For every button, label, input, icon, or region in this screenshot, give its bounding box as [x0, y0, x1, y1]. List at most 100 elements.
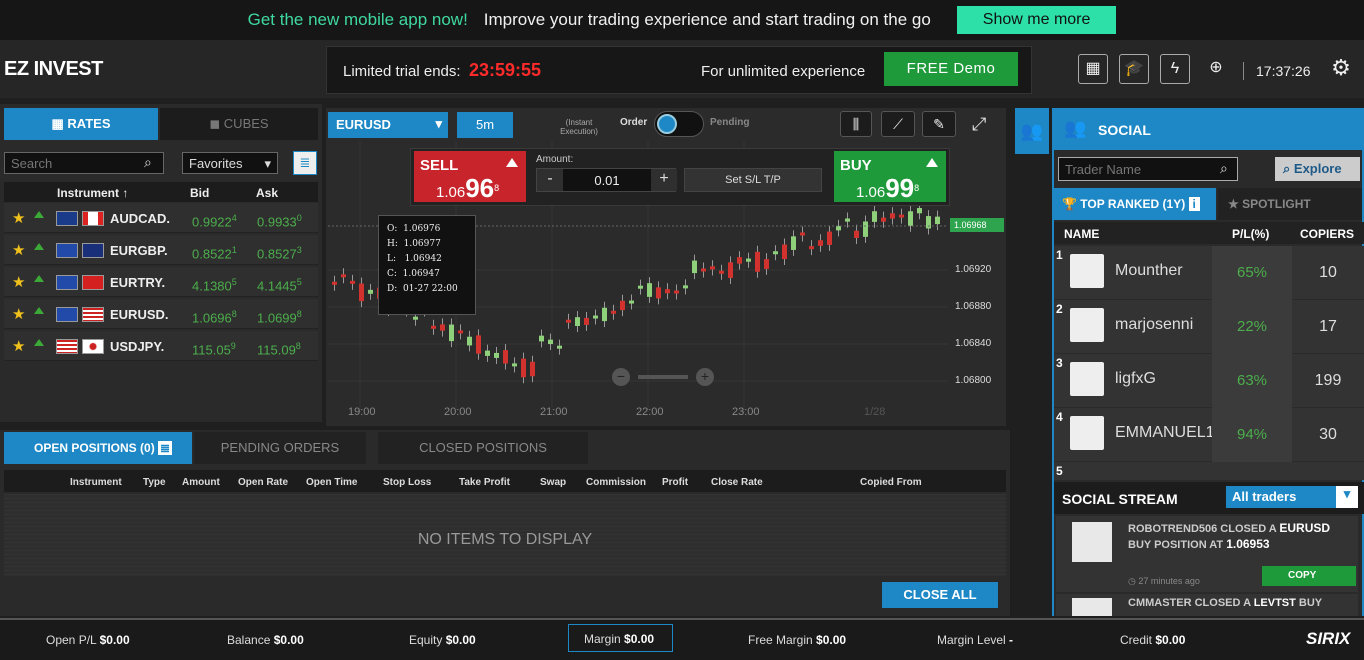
current-price-tag: 1.06968 [950, 218, 1004, 232]
avatar [1070, 308, 1104, 342]
col-ask[interactable]: Ask [256, 186, 278, 200]
buy-button[interactable]: BUY 1.06998 [834, 151, 946, 203]
trader-row[interactable]: 3 ligfxG 63% 199 [1054, 354, 1364, 408]
trader-row[interactable]: 5 [1054, 462, 1364, 480]
trader-row[interactable]: 2 marjosenni 22% 17 [1054, 300, 1364, 354]
rate-row-usdjpy[interactable]: ★ USDJPY. 115.059 115.098 [4, 331, 318, 361]
unlimited-text: For unlimited experience [701, 63, 866, 80]
lightning-icon[interactable]: ϟ [1160, 54, 1190, 84]
rate-row-eurgbp[interactable]: ★ EURGBP. 0.85221 0.85273 [4, 235, 318, 265]
flag-au-icon [56, 211, 78, 226]
tab-cubes[interactable]: ◼ CUBES [160, 108, 318, 140]
col-amount: Amount [182, 477, 220, 488]
trader-copiers: 30 [1319, 426, 1337, 443]
favorites-dropdown[interactable]: Favorites ▾ [182, 152, 278, 174]
buy-label: BUY [840, 157, 872, 174]
stream-filter-dropdown[interactable]: All traders ▾ [1226, 486, 1358, 508]
candle-body [566, 319, 571, 323]
star-icon[interactable]: ★ [12, 209, 25, 227]
tab-open-positions[interactable]: OPEN POSITIONS (0) ≣ [4, 432, 192, 464]
trader-rank: 4 [1056, 410, 1063, 424]
candle-body [683, 285, 688, 289]
col-bid[interactable]: Bid [190, 186, 209, 200]
star-icon[interactable]: ★ [12, 273, 25, 291]
order-pending-toggle[interactable] [654, 111, 704, 137]
margin-level-value: - [1009, 633, 1014, 647]
trader-row[interactable]: 1 Mounther 65% 10 [1054, 246, 1364, 300]
close-all-button[interactable]: CLOSE ALL [882, 582, 998, 608]
social-table-header: NAME P/L(%) COPIERS [1054, 222, 1364, 244]
star-icon[interactable]: ★ [12, 337, 25, 355]
trader-copiers: 10 [1319, 264, 1337, 281]
gear-icon[interactable]: ⚙ [1326, 54, 1356, 84]
cube-icon: ◼ [209, 116, 224, 131]
candle-body [836, 225, 841, 231]
col-instrument[interactable]: Instrument ↑ [57, 186, 128, 200]
flag-us-icon [56, 339, 78, 354]
candle-body [665, 289, 670, 294]
graduation-cap-icon[interactable]: 🎓 [1119, 54, 1149, 84]
tab-rates[interactable]: ▦ RATES [4, 108, 158, 140]
rate-row-eurusd[interactable]: ★ EURUSD. 1.06968 1.06998 [4, 299, 318, 329]
free-demo-button[interactable]: FREE Demo [884, 52, 1018, 86]
tab-pending-orders[interactable]: PENDING ORDERS [194, 432, 366, 464]
balance: Balance $0.00 [227, 633, 304, 647]
calendar-icon[interactable]: ▦ [1078, 54, 1108, 84]
copy-button[interactable]: COPY [1262, 566, 1356, 586]
rate-bid: 1.06968 [192, 309, 237, 325]
stream-price: 1.06953 [1226, 537, 1270, 551]
col-copiers: COPIERS [1300, 227, 1355, 241]
up-arrow-icon [34, 307, 44, 314]
set-sl-tp-button[interactable]: Set S/L T/P [684, 168, 822, 192]
search-input[interactable] [4, 152, 164, 174]
plus-circle-icon[interactable]: ⊕ [1201, 54, 1231, 84]
candle-body [737, 257, 742, 264]
avatar [1070, 362, 1104, 396]
trader-row[interactable]: 4 EMMANUEL1 94% 30 [1054, 408, 1364, 462]
line-chart-icon[interactable]: ⟋ [881, 111, 915, 137]
star-icon[interactable]: ★ [12, 241, 25, 259]
sell-button[interactable]: SELL 1.06968 [414, 151, 526, 203]
trader-name-input[interactable] [1058, 157, 1238, 181]
candle-body [440, 324, 445, 331]
bid-pip: 4 [231, 213, 237, 223]
avatar [1070, 416, 1104, 450]
amount-input[interactable]: 0.01 [563, 173, 651, 188]
rate-row-eurtry[interactable]: ★ EURTRY. 4.13805 4.14455 [4, 267, 318, 297]
expand-icon[interactable]: ⤢ [972, 114, 986, 135]
show-me-more-button[interactable]: Show me more [956, 6, 1117, 34]
bid-main: 4.1380 [192, 278, 232, 294]
candle-body [368, 289, 373, 294]
tab-top-ranked[interactable]: 🏆 TOP RANKED (1Y) i [1054, 188, 1216, 220]
draw-icon[interactable]: ✎ [922, 111, 956, 137]
candle-body [629, 300, 634, 304]
clock: 17:37:26 [1256, 63, 1311, 79]
ask-main: 1.0699 [257, 310, 297, 326]
timeframe-button[interactable]: 5m [457, 112, 513, 138]
social-toggle-icon[interactable]: 👥 [1015, 108, 1049, 154]
rate-row-audcad[interactable]: ★ AUDCAD. 0.99224 0.99330 [4, 203, 318, 233]
candles-icon[interactable]: ⫼ [840, 111, 872, 137]
symbol-dropdown[interactable]: EURUSD ▾ [328, 112, 448, 138]
amount-minus-button[interactable]: - [537, 169, 563, 191]
divider [1243, 62, 1244, 80]
stream-text-1: ROBOTREND506 CLOSED A [1128, 523, 1280, 535]
amount-plus-button[interactable]: + [651, 169, 677, 191]
zoom-in-icon[interactable]: + [696, 368, 714, 386]
candle-body [575, 317, 580, 327]
trial-timer: 23:59:55 [469, 60, 542, 80]
star-icon[interactable]: ★ [12, 305, 25, 323]
tab-spotlight[interactable]: ★ SPOTLIGHT [1218, 188, 1362, 220]
search-icon: ⌕ [1283, 161, 1294, 176]
candle-body [656, 287, 661, 299]
list-view-icon[interactable]: ≣ [293, 151, 317, 175]
zoom-out-icon[interactable]: − [612, 368, 630, 386]
trader-name: ligfxG [1115, 370, 1156, 387]
candle-body [908, 211, 913, 226]
zoom-slider[interactable] [638, 375, 688, 379]
tab-closed-positions[interactable]: CLOSED POSITIONS [378, 432, 588, 464]
explore-button[interactable]: ⌕ Explore [1275, 157, 1360, 181]
avatar [1072, 598, 1112, 616]
social-header: 👥 SOCIAL [1052, 108, 1364, 150]
avatar [1072, 522, 1112, 562]
